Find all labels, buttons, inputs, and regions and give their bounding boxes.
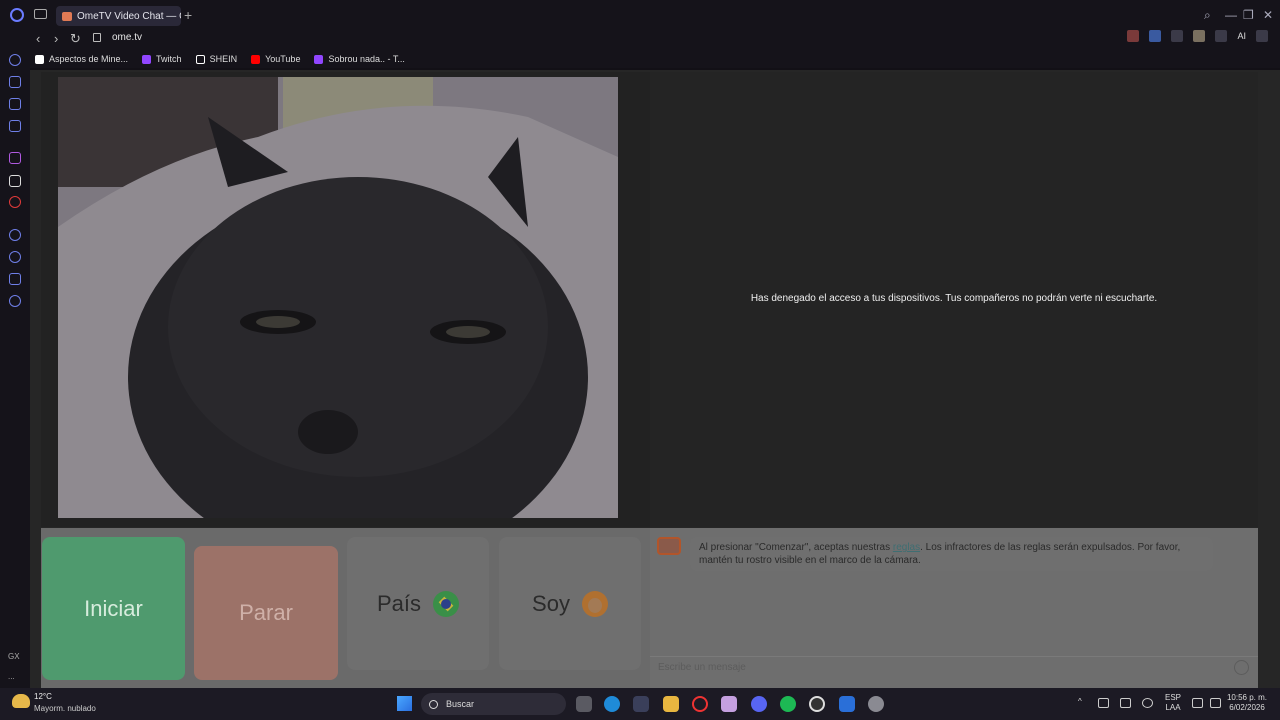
taskbar-search[interactable]: Buscar (421, 693, 566, 715)
extension-icon[interactable] (1127, 30, 1140, 42)
tab-title: OmeTV Video Chat — Ome (77, 10, 181, 22)
aria-ai-button[interactable]: AI (1237, 31, 1246, 41)
back-button[interactable]: ‹ (36, 31, 40, 46)
browser-sidebar: GX ... (0, 30, 30, 688)
history-icon[interactable] (9, 251, 21, 263)
volume-icon[interactable] (1210, 698, 1221, 708)
woman-emoji-icon (581, 590, 608, 617)
url-field[interactable]: ome.tv (112, 32, 142, 43)
search-tabs-icon[interactable]: ⌕ (1204, 8, 1211, 23)
display-icon[interactable] (1192, 698, 1203, 708)
chat-system-message: Al presionar "Comenzar", aceptas nuestra… (690, 537, 1213, 571)
opera-gx-logo-icon[interactable] (10, 8, 24, 22)
twitch-icon[interactable] (9, 152, 21, 164)
chat-message-input[interactable]: Escribe un mensaje (658, 662, 746, 673)
menu-icon[interactable] (1256, 30, 1268, 42)
windows-start-icon[interactable] (397, 696, 412, 711)
extensions-icon[interactable] (9, 273, 21, 285)
weather-description[interactable]: Mayorm. nublado (34, 704, 96, 713)
browser-titlebar: OmeTV Video Chat — Ome + ⌕ — ❐ ✕ (0, 0, 1280, 30)
shein-icon (195, 54, 205, 64)
minimize-button[interactable]: — (1225, 8, 1237, 22)
clock[interactable]: 10:56 p. m. 6/02/2026 (1226, 693, 1268, 713)
spotify-icon[interactable] (780, 696, 796, 712)
chat-divider (650, 656, 1258, 657)
weather-icon[interactable] (12, 694, 30, 708)
extension-toolbar: AI (1127, 30, 1268, 42)
device-access-notice: Has denegado el acceso a tus dispositivo… (750, 293, 1158, 304)
workspaces-icon[interactable] (34, 9, 47, 19)
edge-icon[interactable] (604, 696, 620, 712)
opera-icon[interactable] (692, 696, 708, 712)
task-view-icon[interactable] (576, 696, 592, 712)
maximize-button[interactable]: ❐ (1243, 8, 1254, 22)
remote-video-panel: Has denegado el acceso a tus dispositivo… (650, 72, 1258, 527)
messenger-icon[interactable] (9, 120, 21, 132)
bookmark-item[interactable]: Twitch (142, 54, 182, 64)
bookmark-item[interactable]: Sobrou nada.. - T... (314, 54, 405, 64)
gx-corner-icon[interactable] (9, 76, 21, 88)
extensions-icon[interactable] (1171, 30, 1184, 42)
start-button[interactable]: Iniciar (42, 537, 185, 680)
reload-button[interactable]: ↻ (70, 31, 81, 47)
bookmark-item[interactable]: YouTube (251, 54, 300, 64)
twitch-icon (142, 54, 152, 64)
x-icon[interactable] (9, 175, 21, 187)
youtube-music-icon[interactable] (9, 196, 21, 208)
discord-tray-icon[interactable] (1098, 698, 1109, 708)
more-sidebar-button[interactable]: ... (8, 672, 15, 681)
media-player-icon[interactable] (839, 696, 855, 712)
country-button[interactable]: País (347, 537, 489, 670)
gx-label[interactable]: GX (8, 652, 20, 661)
twitch-sidebar-icon[interactable] (9, 98, 21, 110)
show-hidden-icons-icon[interactable]: ^ (1078, 697, 1082, 707)
discord-icon[interactable] (751, 696, 767, 712)
file-explorer-icon[interactable] (663, 696, 679, 712)
network-tray-icon[interactable] (1120, 698, 1131, 708)
twitch-icon (314, 54, 324, 64)
ometv-favicon-icon (62, 11, 72, 21)
microphone-icon[interactable] (1142, 698, 1153, 708)
store-icon[interactable] (633, 696, 649, 712)
brazil-flag-icon (433, 590, 460, 617)
rules-link[interactable]: reglas (893, 542, 920, 553)
gender-button[interactable]: Soy (499, 537, 641, 670)
black-cat-image (58, 77, 618, 518)
ometv-logo-icon (657, 537, 681, 555)
new-tab-button[interactable]: + (184, 7, 192, 23)
address-bar: ‹ › ↻ ome.tv AI (0, 28, 1280, 50)
lock-icon[interactable] (93, 33, 101, 42)
language-indicator[interactable]: ESP LAA (1160, 693, 1186, 713)
windows-taskbar: 12°C Mayorm. nublado Buscar ^ ESP LAA 10… (0, 688, 1280, 720)
bookmarks-bar: Aspectos de Mine... Twitch SHEIN YouTube… (30, 50, 1280, 68)
youtube-icon (251, 54, 261, 64)
bookmark-item[interactable]: Aspectos de Mine... (35, 54, 128, 64)
search-icon (429, 699, 438, 709)
player-icon[interactable] (9, 229, 21, 241)
local-camera-image (58, 77, 618, 518)
translate-icon[interactable] (1149, 30, 1162, 42)
close-window-button[interactable]: ✕ (1263, 8, 1273, 22)
tab-ometv[interactable]: OmeTV Video Chat — Ome (56, 6, 181, 26)
download-icon[interactable] (1215, 30, 1228, 42)
bookmark-item[interactable]: SHEIN (195, 54, 237, 64)
settings-icon[interactable] (868, 696, 884, 712)
emoji-icon[interactable] (1234, 660, 1249, 675)
settings-icon[interactable] (9, 295, 21, 307)
forward-button[interactable]: › (54, 31, 58, 46)
stop-button[interactable]: Parar (194, 546, 338, 680)
profile-avatar[interactable] (1193, 30, 1206, 42)
copilot-icon[interactable] (721, 696, 737, 712)
opera-gx-icon[interactable] (809, 696, 825, 712)
weather-temperature[interactable]: 12°C (34, 692, 52, 701)
gx-control-icon[interactable] (9, 54, 21, 66)
notion-icon (35, 54, 44, 64)
